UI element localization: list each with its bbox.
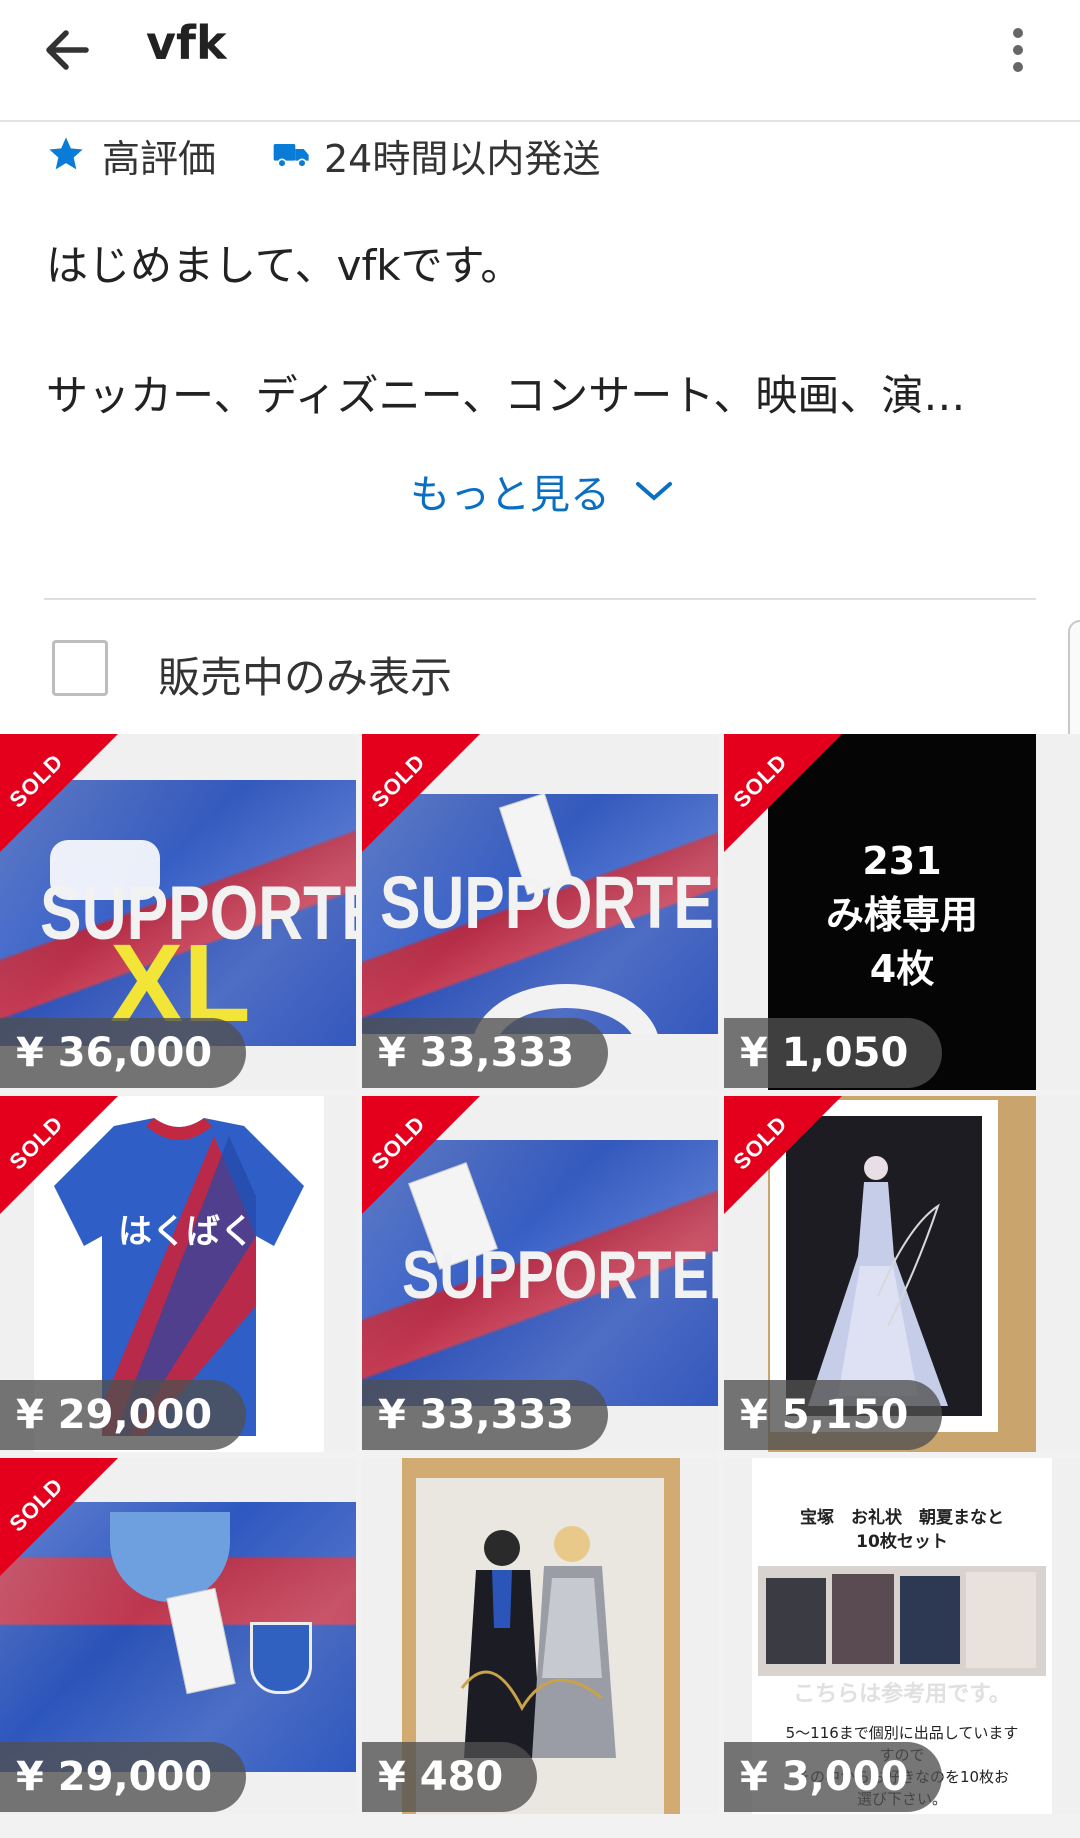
app-bar: vfk [0,0,1080,122]
image-text: 5〜116まで個別に出品しています [785,1724,1019,1742]
on-sale-only-checkbox[interactable] [52,640,108,696]
image-text: 4枚 [869,947,935,991]
image-text: SUPPORTER [380,861,718,944]
item-price: ¥ 3,000 [724,1742,943,1812]
image-text: 宝塚 お礼状 朝夏まなと [800,1508,1004,1528]
page-title: vfk [146,16,227,70]
item-card[interactable]: SUPPORTER XL SOLD ¥ 36,000 [0,734,356,1090]
item-card[interactable]: はくばく SOLD ¥ 29,000 [0,1096,356,1452]
badge-label: 高評価 [102,137,217,181]
item-price: ¥ 1,050 [724,1018,943,1088]
profile-intro: はじめまして、vfkです。 [46,241,523,290]
item-price: ¥ 29,000 [0,1742,247,1812]
item-price: ¥ 480 [362,1742,538,1812]
item-card[interactable]: SOLD ¥ 5,150 [724,1096,1080,1452]
item-card[interactable]: ¥ 480 [362,1458,718,1814]
back-button[interactable] [38,20,98,80]
item-price: ¥ 36,000 [0,1018,247,1088]
image-text: こちらは参考用です。 [793,1682,1011,1707]
image-text: み様専用 [825,893,978,937]
item-card[interactable]: SUPPORTER SOLD ¥ 33,333 [362,734,718,1090]
image-text: SUPPORTER [402,1237,718,1313]
item-card[interactable]: SUPPORTER SOLD ¥ 33,333 [362,1096,718,1452]
arrow-left-icon [46,30,89,70]
show-more-label: もっと見る [410,472,610,518]
item-price: ¥ 29,000 [0,1380,247,1450]
item-price: ¥ 33,333 [362,1380,609,1450]
star-icon [49,137,83,170]
more-menu-button[interactable] [1000,20,1036,80]
item-price: ¥ 5,150 [724,1380,943,1450]
badge-label: 24時間以内発送 [324,137,601,181]
item-price: ¥ 33,333 [362,1018,609,1088]
show-more-link[interactable]: もっと見る [410,462,672,520]
item-card[interactable]: 宝塚 お礼状 朝夏まなと 10枚セット こちらは参考用です。 5〜116まで個別… [724,1458,1080,1814]
item-grid: SUPPORTER XL SOLD ¥ 36,000 SUPPORTER SOL… [0,734,1080,1838]
on-sale-only-label[interactable]: 販売中のみ表示 [158,644,452,705]
chevron-down-icon [636,482,672,501]
truck-icon [273,144,309,168]
more-vertical-icon [1013,28,1023,38]
image-text: はくばく [118,1212,254,1252]
image-text: 10枚セット [856,1532,948,1552]
divider [44,598,1036,600]
profile-description: サッカー、ディズニー、コンサート、映画、演… [46,371,966,420]
item-card[interactable]: SOLD ¥ 29,000 [0,1458,356,1814]
item-card[interactable]: 231 み様専用 4枚 SOLD ¥ 1,050 [724,734,1080,1090]
